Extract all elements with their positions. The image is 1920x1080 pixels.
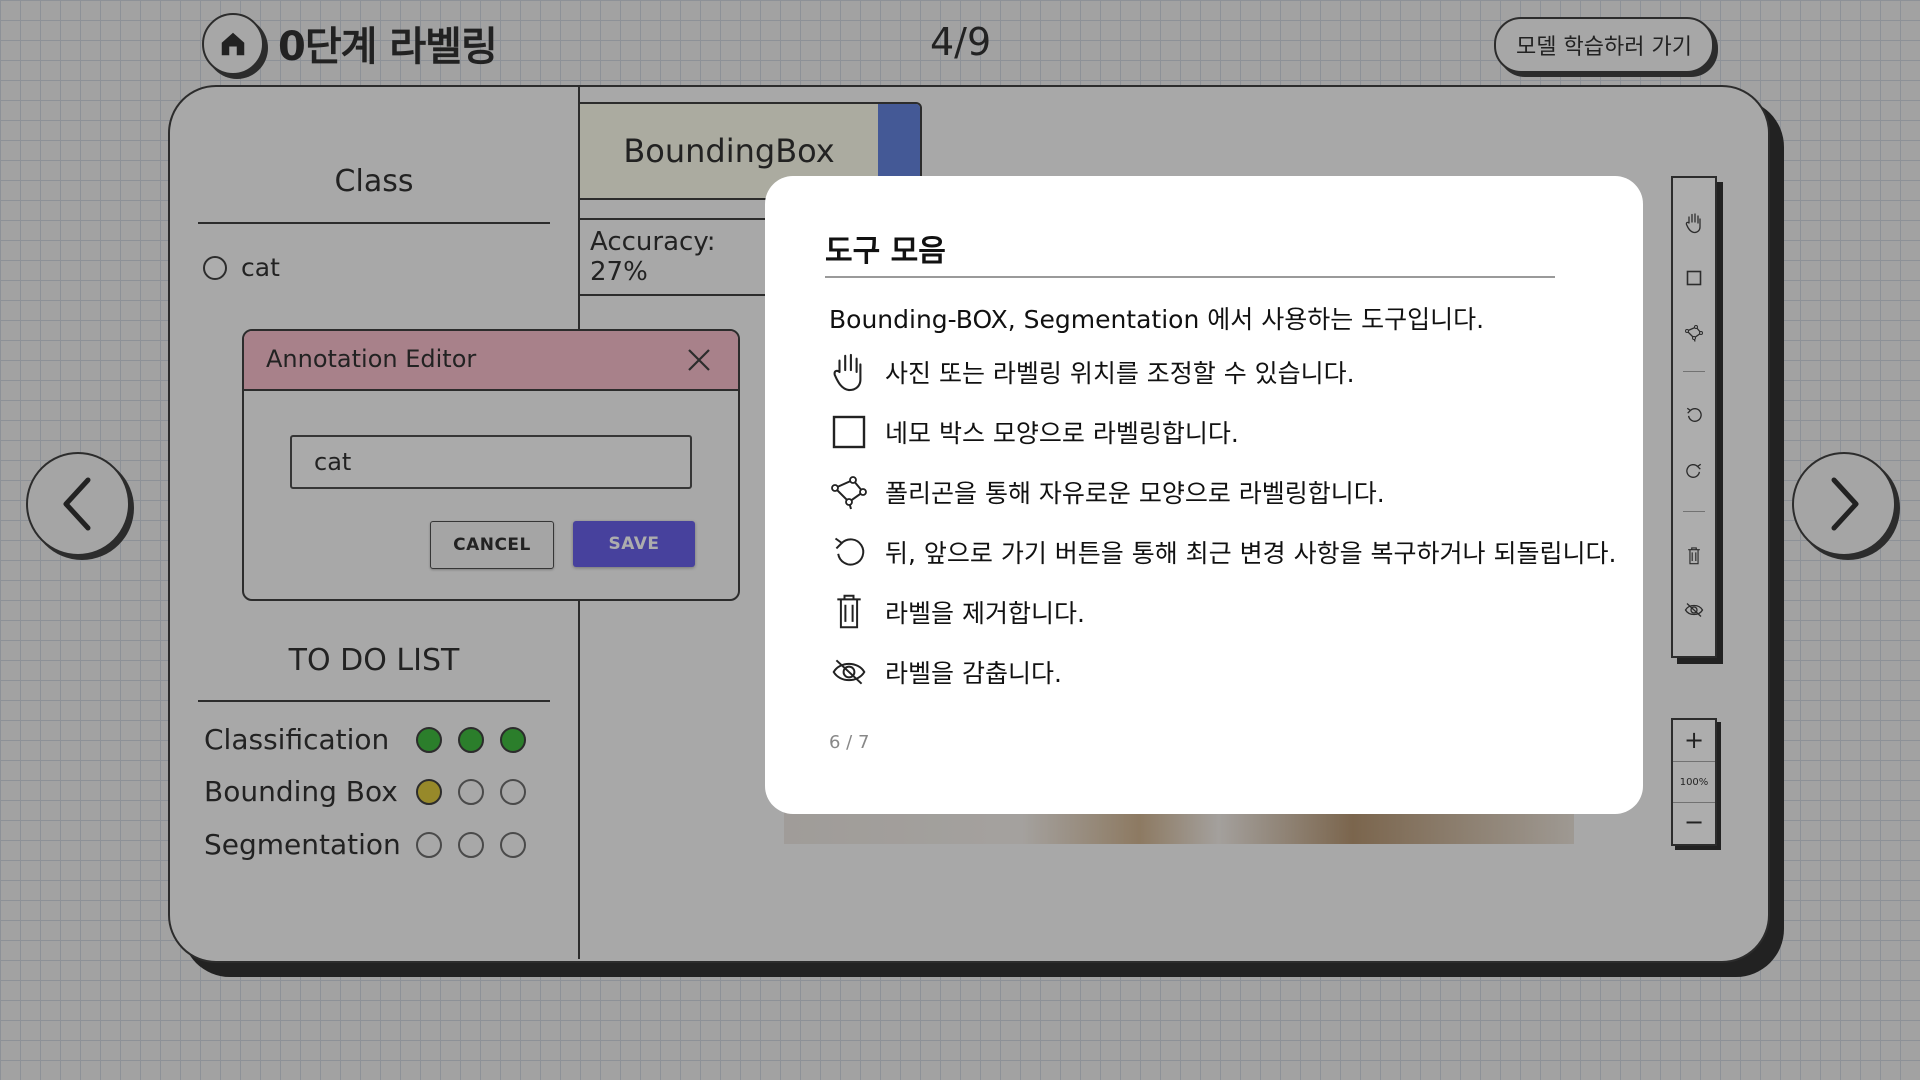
progress-dot (500, 778, 526, 805)
progress-dot (416, 726, 442, 753)
progress-dot (458, 726, 484, 753)
progress-dot (416, 778, 442, 805)
progress-dot (500, 726, 526, 753)
tool-description-row: 폴리곤을 통해 자유로운 모양으로 라벨링합니다. (829, 470, 1385, 514)
modal-title: 도구 모음 (825, 234, 946, 269)
zoom-level: 100% (1673, 761, 1715, 803)
todo-row-segmentation: Segmentation (204, 828, 526, 861)
redo-button[interactable] (1673, 456, 1715, 486)
class-radio[interactable] (203, 255, 227, 280)
undo-icon (1686, 407, 1702, 422)
rectangle-icon (1686, 270, 1702, 286)
todo-label: Segmentation (204, 828, 401, 861)
tool-description-row: 네모 박스 모양으로 라벨링합니다. (829, 410, 1239, 454)
todo-label: Classification (204, 723, 390, 756)
class-divider (198, 222, 550, 224)
progress-dot (458, 831, 484, 858)
trash-icon (837, 594, 861, 629)
tool-description-row: 뒤, 앞으로 가기 버튼을 통해 최근 변경 사항을 복구하거나 되돌립니다. (829, 530, 1616, 574)
tool-description: 네모 박스 모양으로 라벨링합니다. (885, 419, 1239, 448)
annotation-editor-dialog: Annotation Editor cat CANCEL SAVE (242, 329, 740, 601)
cancel-button[interactable]: CANCEL (430, 521, 554, 569)
progress-dot (500, 831, 526, 858)
tool-description: 라벨을 제거합니다. (885, 599, 1085, 628)
zoom-out-button[interactable]: − (1673, 802, 1715, 842)
editor-header: Annotation Editor (244, 331, 738, 391)
home-button[interactable] (202, 13, 264, 75)
home-icon (221, 32, 245, 56)
image-canvas[interactable] (784, 812, 1574, 844)
class-label: cat (241, 253, 280, 282)
chevron-left-icon (63, 477, 91, 531)
previous-button[interactable] (26, 452, 130, 556)
todo-label: Bounding Box (204, 775, 398, 808)
todo-divider (198, 700, 550, 702)
hand-tool-button[interactable] (1673, 208, 1715, 238)
close-icon[interactable] (686, 347, 712, 373)
editor-title: Annotation Editor (266, 345, 477, 373)
tool-description-row: 사진 또는 라벨링 위치를 조정할 수 있습니다. (829, 350, 1355, 394)
todo-title: TO DO LIST (288, 643, 460, 678)
tool-description-row: 라벨을 감춥니다. (829, 650, 1062, 694)
eye-off-icon (1684, 603, 1704, 617)
toolbar-separator (1683, 511, 1705, 512)
todo-row-classification: Classification (204, 723, 526, 756)
tool-description: 사진 또는 라벨링 위치를 조정할 수 있습니다. (885, 359, 1355, 388)
polygon-icon (1685, 325, 1703, 342)
delete-button[interactable] (1673, 541, 1715, 571)
hide-label-button[interactable] (1673, 595, 1715, 625)
zoom-in-button[interactable]: + (1673, 720, 1715, 760)
go-to-model-training-button[interactable]: 모델 학습하러 가기 (1494, 17, 1714, 73)
todo-progress (416, 726, 526, 753)
toolbar-separator (1683, 371, 1705, 372)
tool-description-row: 라벨을 제거합니다. (829, 590, 1085, 634)
modal-page-indicator: 6 / 7 (829, 732, 870, 753)
undo-button[interactable] (1673, 400, 1715, 430)
eye-off-icon (832, 659, 866, 685)
hand-icon (833, 353, 862, 392)
progress-dot (458, 778, 484, 805)
modal-divider (825, 276, 1555, 278)
tool-description: 폴리곤을 통해 자유로운 모양으로 라벨링합니다. (885, 479, 1385, 508)
annotation-label-input[interactable]: cat (290, 435, 692, 489)
trash-icon (1688, 547, 1700, 565)
modal-intro: Bounding-BOX, Segmentation 에서 사용하는 도구입니다… (829, 305, 1485, 334)
redo-icon (1686, 463, 1702, 478)
polygon-icon (831, 476, 867, 510)
todo-row-bounding-box: Bounding Box (204, 775, 526, 808)
todo-progress (416, 778, 526, 805)
tool-description: 라벨을 감춥니다. (885, 659, 1062, 688)
page-title: 0단계 라벨링 (278, 24, 498, 70)
chevron-right-icon (1831, 477, 1859, 531)
progress-dot (416, 831, 442, 858)
undo-icon (834, 537, 865, 566)
rectangle-tool-button[interactable] (1673, 263, 1715, 293)
save-button[interactable]: SAVE (573, 521, 695, 567)
tools-help-modal: 도구 모음 Bounding-BOX, Segmentation 에서 사용하는… (765, 176, 1643, 814)
tool-palette (1671, 176, 1717, 658)
todo-progress (416, 831, 526, 858)
hand-icon (1685, 213, 1701, 234)
accuracy-label: Accuracy: 27% (578, 218, 778, 296)
page-counter: 4/9 (930, 20, 992, 64)
next-button[interactable] (1792, 452, 1896, 556)
class-item-cat[interactable]: cat (203, 253, 280, 282)
rectangle-icon (832, 415, 866, 449)
class-section-title: Class (334, 164, 414, 199)
tool-description: 뒤, 앞으로 가기 버튼을 통해 최근 변경 사항을 복구하거나 되돌립니다. (885, 539, 1617, 568)
polygon-tool-button[interactable] (1673, 318, 1715, 348)
zoom-control: + 100% − (1671, 718, 1717, 846)
